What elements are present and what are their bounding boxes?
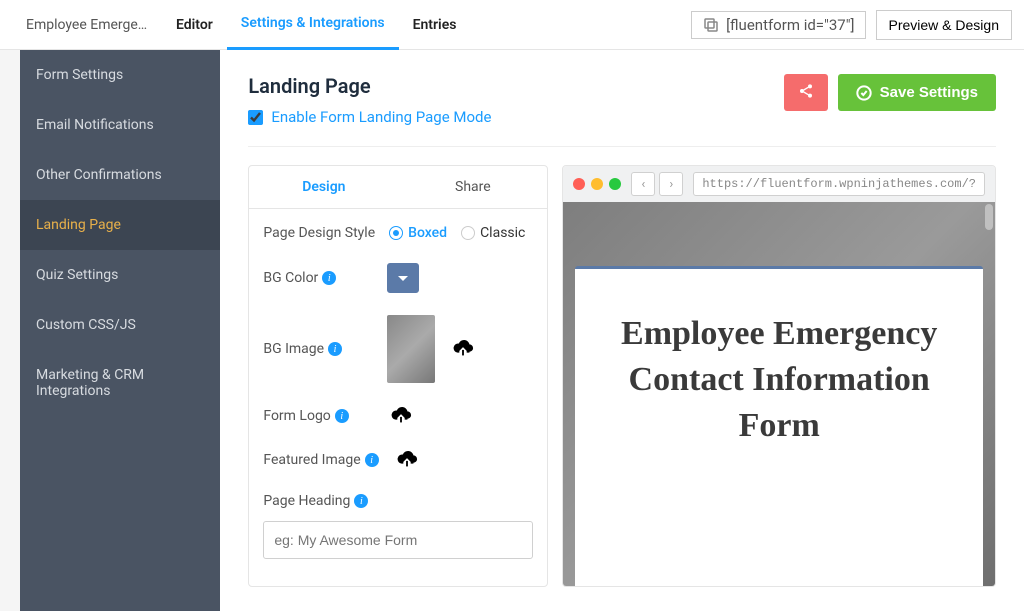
traffic-red-icon — [573, 178, 585, 190]
radio-boxed-label: Boxed — [408, 225, 447, 241]
label-bg-image: BG Image i — [263, 341, 373, 357]
tab-editor[interactable]: Editor — [162, 1, 227, 49]
preview-body: Employee Emergency Contact Information F… — [563, 202, 995, 586]
sidebar-item-quiz-settings[interactable]: Quiz Settings — [20, 250, 220, 300]
enable-landing-page-checkbox[interactable] — [248, 110, 263, 125]
header-actions: Save Settings — [784, 74, 996, 111]
traffic-yellow-icon — [591, 178, 603, 190]
label-page-heading-text: Page Heading — [263, 493, 350, 509]
radio-dot-icon — [389, 226, 403, 240]
label-form-logo: Form Logo i — [263, 408, 373, 424]
label-page-design-style: Page Design Style — [263, 225, 375, 241]
label-featured-image: Featured Image i — [263, 452, 378, 468]
design-tabs: Design Share — [249, 166, 547, 209]
radio-boxed[interactable]: Boxed — [389, 225, 447, 241]
sidebar-item-custom-css-js[interactable]: Custom CSS/JS — [20, 300, 220, 350]
sidebar-item-other-confirmations[interactable]: Other Confirmations — [20, 150, 220, 200]
cloud-upload-icon[interactable] — [393, 449, 421, 471]
topbar-right: [fluentform id="37"] Preview & Design — [691, 10, 1012, 40]
page-header-left: Landing Page Enable Form Landing Page Mo… — [248, 74, 491, 126]
cloud-upload-icon[interactable] — [387, 405, 415, 427]
panel-row: Design Share Page Design Style Boxed — [248, 165, 996, 587]
page-heading-input[interactable] — [263, 521, 533, 559]
sidebar-item-landing-page[interactable]: Landing Page — [20, 200, 220, 250]
main: Form Settings Email Notifications Other … — [0, 50, 1024, 611]
preview-card: Employee Emergency Contact Information F… — [575, 266, 983, 586]
traffic-green-icon — [609, 178, 621, 190]
bg-color-picker[interactable] — [387, 263, 419, 293]
label-featured-image-text: Featured Image — [263, 452, 360, 468]
design-body: Page Design Style Boxed Classic — [249, 209, 547, 575]
label-bg-image-text: BG Image — [263, 341, 324, 357]
copy-icon — [702, 16, 720, 34]
info-icon[interactable]: i — [335, 409, 349, 423]
field-featured-image: Featured Image i — [263, 449, 533, 471]
bg-image-thumbnail[interactable] — [387, 315, 435, 383]
share-icon — [798, 83, 814, 99]
scrollbar[interactable] — [985, 204, 993, 230]
save-settings-label: Save Settings — [880, 84, 978, 101]
tab-settings[interactable]: Settings & Integrations — [227, 0, 399, 50]
check-circle-icon — [856, 85, 872, 101]
shortcode-box[interactable]: [fluentform id="37"] — [691, 11, 865, 39]
radio-classic-label: Classic — [480, 225, 525, 241]
preview-panel: ‹ › https://fluentform.wpninjathemes.com… — [562, 165, 996, 587]
enable-landing-page-label: Enable Form Landing Page Mode — [271, 108, 491, 126]
info-icon[interactable]: i — [354, 494, 368, 508]
field-form-logo: Form Logo i — [263, 405, 533, 427]
nav-back-button[interactable]: ‹ — [631, 172, 655, 196]
label-bg-color-text: BG Color — [263, 270, 318, 286]
label-page-heading: Page Heading i — [263, 493, 533, 509]
traffic-lights — [573, 178, 621, 190]
field-bg-color: BG Color i — [263, 263, 533, 293]
breadcrumb[interactable]: Employee Emergenc... — [12, 17, 162, 33]
topbar: Employee Emergenc... Editor Settings & I… — [0, 0, 1024, 50]
design-tab-share[interactable]: Share — [398, 166, 547, 208]
field-page-heading: Page Heading i — [263, 493, 533, 559]
radio-dot-icon — [461, 226, 475, 240]
topbar-left: Employee Emergenc... Editor Settings & I… — [12, 0, 470, 50]
page-header: Landing Page Enable Form Landing Page Mo… — [248, 74, 996, 147]
save-settings-button[interactable]: Save Settings — [838, 74, 996, 111]
preview-design-button[interactable]: Preview & Design — [876, 10, 1013, 40]
content: Landing Page Enable Form Landing Page Mo… — [220, 50, 1024, 611]
share-button[interactable] — [784, 74, 828, 111]
browser-bar: ‹ › https://fluentform.wpninjathemes.com… — [563, 166, 995, 202]
sidebar-item-form-settings[interactable]: Form Settings — [20, 50, 220, 100]
url-bar[interactable]: https://fluentform.wpninjathemes.com/? — [693, 172, 985, 196]
sidebar: Form Settings Email Notifications Other … — [20, 50, 220, 611]
label-form-logo-text: Form Logo — [263, 408, 330, 424]
enable-landing-page-row[interactable]: Enable Form Landing Page Mode — [248, 108, 491, 126]
preview-form-heading: Employee Emergency Contact Information F… — [607, 311, 951, 449]
field-bg-image: BG Image i — [263, 315, 533, 383]
sidebar-item-email-notifications[interactable]: Email Notifications — [20, 100, 220, 150]
info-icon[interactable]: i — [365, 453, 379, 467]
tab-entries[interactable]: Entries — [399, 1, 471, 49]
page-title: Landing Page — [248, 74, 491, 98]
nav-forward-button[interactable]: › — [659, 172, 683, 196]
design-tab-design[interactable]: Design — [249, 166, 398, 208]
nav-arrows: ‹ › — [631, 172, 683, 196]
info-icon[interactable]: i — [328, 342, 342, 356]
design-panel: Design Share Page Design Style Boxed — [248, 165, 548, 587]
cloud-upload-icon[interactable] — [449, 338, 477, 360]
info-icon[interactable]: i — [322, 271, 336, 285]
label-bg-color: BG Color i — [263, 270, 373, 286]
sidebar-item-marketing-crm[interactable]: Marketing & CRM Integrations — [20, 350, 220, 416]
radio-classic[interactable]: Classic — [461, 225, 525, 241]
field-page-design-style: Page Design Style Boxed Classic — [263, 225, 533, 241]
style-radio-group: Boxed Classic — [389, 225, 525, 241]
shortcode-text: [fluentform id="37"] — [726, 16, 854, 34]
